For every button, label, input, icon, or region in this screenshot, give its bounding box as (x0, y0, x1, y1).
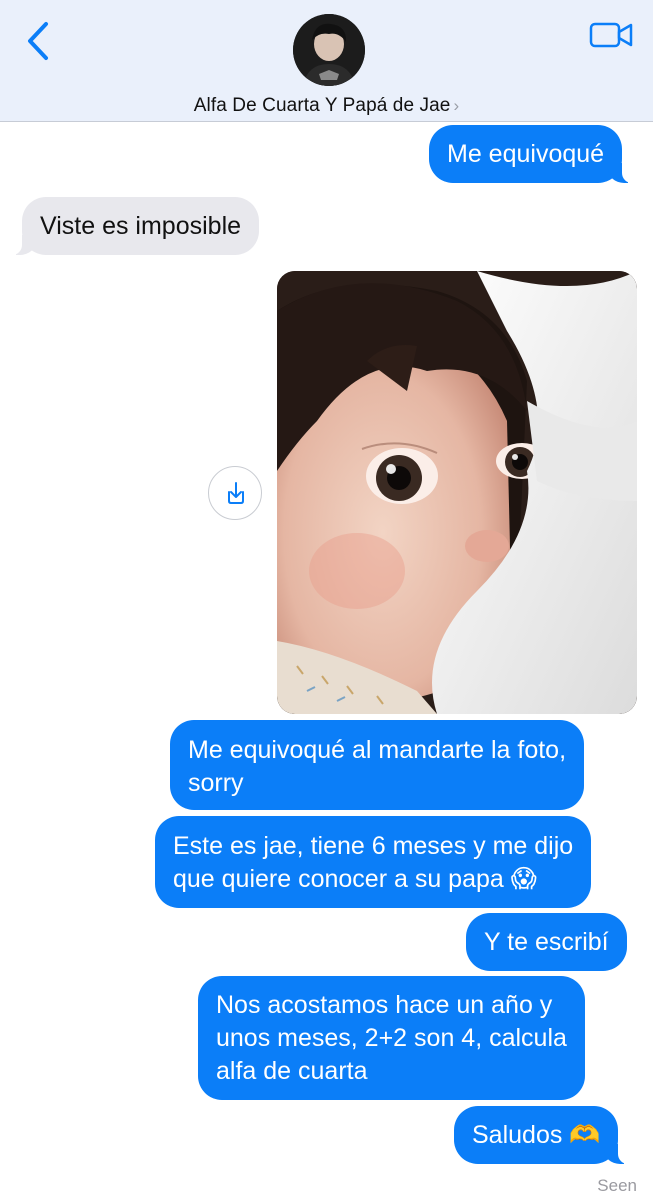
message-bubble-outgoing[interactable]: Me equivoqué (429, 125, 635, 183)
video-call-button[interactable] (588, 18, 636, 52)
contact-avatar[interactable] (293, 14, 365, 86)
save-download-icon (228, 482, 244, 504)
contact-name-text: Alfa De Cuarta Y Papá de Jae (193, 95, 451, 116)
chevron-right-icon: › (453, 96, 460, 115)
message-text: Viste es imposible (40, 212, 242, 240)
conversation-header: Alfa De Cuarta Y Papá de Jae › (0, 0, 653, 122)
back-button[interactable] (22, 18, 58, 64)
message-text-line: que quiere conocer a su papa 😱 (173, 865, 537, 893)
message-bubble-outgoing[interactable]: Saludos 🫶 (454, 1106, 631, 1164)
chevron-left-icon (28, 22, 48, 60)
read-receipt: Seen (597, 1176, 637, 1195)
message-bubble-outgoing[interactable]: Me equivoqué al mandarte la foto, sorry (170, 720, 585, 810)
message-text: Y te escribí (484, 928, 609, 956)
contact-name[interactable]: Alfa De Cuarta Y Papá de Jae › (0, 95, 653, 117)
message-text-line: Este es jae, tiene 6 meses y me dijo (173, 832, 574, 860)
save-photo-button[interactable] (208, 466, 262, 520)
video-camera-icon (589, 22, 633, 48)
message-text-line: unos meses, 2+2 son 4, calcula (216, 1024, 567, 1052)
message-text-line: alfa de cuarta (216, 1057, 368, 1085)
message-text-line: Me equivoqué al mandarte la foto, (188, 736, 567, 764)
message-bubble-outgoing[interactable]: Nos acostamos hace un año y unos meses, … (198, 976, 585, 1100)
photo-message[interactable] (277, 271, 637, 714)
baby-photo-image (277, 271, 637, 714)
message-bubble-outgoing[interactable]: Este es jae, tiene 6 meses y me dijo que… (155, 816, 592, 908)
message-bubble-outgoing[interactable]: Y te escribí (466, 913, 627, 971)
message-bubble-incoming[interactable]: Viste es imposible (9, 197, 260, 255)
message-text: Me equivoqué (447, 140, 605, 168)
message-text-line: sorry (188, 769, 244, 797)
message-text: Saludos 🫶 (472, 1121, 601, 1149)
message-text-line: Nos acostamos hace un año y (216, 991, 553, 1019)
